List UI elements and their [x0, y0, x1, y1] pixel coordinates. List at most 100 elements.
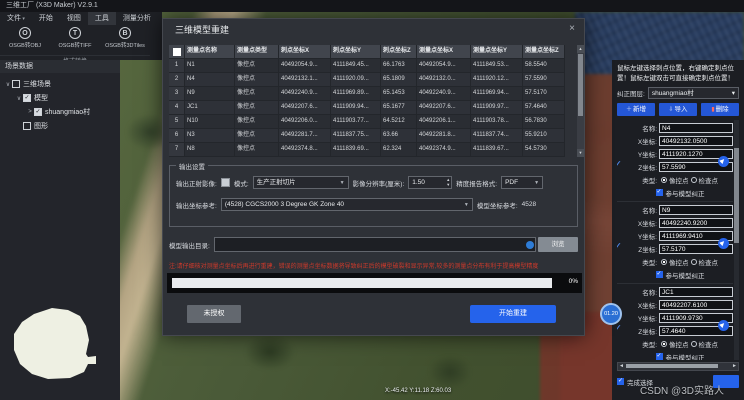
tree-caret-icon[interactable]: > — [26, 109, 34, 115]
tree-item-三维场景[interactable]: ∨三维场景 — [0, 77, 120, 91]
tree-item-shuangmiao村[interactable]: >✓shuangmiao村 — [0, 105, 120, 119]
participate-checkbox[interactable]: ✓ — [656, 271, 663, 278]
browse-button[interactable]: 浏览 — [538, 237, 578, 252]
column-header: 测量点坐标X — [417, 45, 471, 59]
column-header: 测量点坐标Z — [523, 45, 565, 59]
table-cell: 像控点 — [235, 87, 279, 101]
finish-checkbox[interactable]: ✓ — [617, 378, 624, 385]
select-all-cell[interactable] — [169, 45, 185, 59]
import-points-button[interactable]: ⇩导入 — [659, 103, 697, 116]
unauthorized-button[interactable]: 未授权 — [187, 305, 241, 323]
trash-icon: ▮ — [711, 107, 714, 113]
table-cell: 像控点 — [235, 143, 279, 157]
tree-item-图形[interactable]: 图形 — [0, 119, 120, 133]
table-row[interactable]: 2N4像控点40492132.1...4111920.09...65.18094… — [169, 73, 580, 87]
tool-OSGB转OBJ[interactable]: OOSGB转OBJ — [0, 27, 50, 54]
point-name-input[interactable]: N9 — [659, 205, 733, 215]
tool-label: OSGB转3DTiles — [105, 41, 145, 49]
table-cell: 4111969.94... — [471, 87, 523, 101]
start-rebuild-button[interactable]: 开始重建 — [470, 305, 556, 323]
mode-select[interactable]: 生产正射切片▼ — [253, 176, 349, 189]
column-header: 测量点类型 — [235, 45, 279, 59]
check-icon: ✓ — [617, 322, 622, 335]
menu-tab-测量分析[interactable]: 测量分析 — [116, 12, 158, 25]
layer-select[interactable]: shuangmiao村 ▾ — [648, 87, 739, 99]
point-x-input[interactable]: 40492132.0500 — [659, 136, 733, 146]
menu-tab-工具[interactable]: 工具 — [88, 12, 116, 25]
visibility-checkbox[interactable] — [23, 122, 31, 130]
table-cell: 65.1809 — [381, 73, 417, 87]
ortho-checkbox[interactable] — [221, 178, 230, 187]
table-row[interactable]: 3N9像控点40492240.9...4111969.89...65.14534… — [169, 87, 580, 101]
visibility-checkbox[interactable]: ✓ — [34, 108, 42, 116]
tree-caret-icon[interactable]: ∨ — [4, 81, 12, 88]
table-row[interactable]: 1N1像控点40492054.9...4111849.45...66.17634… — [169, 59, 580, 73]
participate-checkbox[interactable]: ✓ — [656, 353, 663, 360]
point-x-input[interactable]: 40492240.9200 — [659, 218, 733, 228]
column-header: 刺点坐标X — [279, 45, 331, 59]
table-cell: 54.5730 — [523, 143, 565, 157]
table-cell: 像控点 — [235, 73, 279, 87]
field-label: X坐标: — [627, 136, 657, 146]
point-name-input[interactable]: N4 — [659, 123, 733, 133]
window-title: 三维工厂 (X3D Maker) V2.9.1 — [6, 2, 98, 9]
radio-control-point[interactable] — [661, 259, 667, 265]
table-cell: 62.324 — [381, 143, 417, 157]
table-row[interactable]: 7N8像控点40492374.8...4111839.69...62.32440… — [169, 143, 580, 157]
table-cell: 4111837.75... — [331, 129, 381, 143]
scroll-down-icon[interactable]: ▼ — [577, 149, 584, 157]
scroll-up-icon[interactable]: ▲ — [577, 45, 584, 53]
crs-select[interactable]: (4528) CGCS2000 3 Degree GK Zone 40▼ — [221, 198, 473, 211]
report-label: 精度报告格式: — [456, 178, 497, 188]
radio-check-point[interactable] — [691, 341, 697, 347]
minimap[interactable] — [0, 300, 120, 400]
point-x-input[interactable]: 40492207.6100 — [659, 300, 733, 310]
row-number: 4 — [169, 101, 185, 115]
add-point-button[interactable]: ＋新增 — [617, 103, 655, 116]
radio-control-point[interactable] — [661, 341, 667, 347]
table-row[interactable]: 5N10像控点40492206.0...4111903.77...64.5212… — [169, 115, 580, 129]
point-name-input[interactable]: JC1 — [659, 287, 733, 297]
menu-tab-文件[interactable]: 文件 ▾ — [0, 12, 32, 25]
table-row[interactable]: 6N3像控点40492281.7...4111837.75...63.66404… — [169, 129, 580, 143]
menu-tab-视图[interactable]: 视图 — [60, 12, 88, 25]
tool-OSGB转TIFF[interactable]: TOSGB转TIFF — [50, 27, 100, 54]
output-dir-input[interactable] — [214, 237, 536, 252]
table-cell: 56.7830 — [523, 115, 565, 129]
close-icon[interactable]: × — [569, 23, 575, 34]
vertical-scrollbar[interactable] — [734, 120, 739, 360]
tree-item-label: 模型 — [34, 93, 48, 103]
reconstruction-dialog: 三维模型重建 × 测量点名称测量点类型刺点坐标X刺点坐标Y刺点坐标Z测量点坐标X… — [162, 18, 585, 336]
report-format-select[interactable]: PDF▼ — [501, 176, 543, 189]
menu-tab-开始[interactable]: 开始 — [32, 12, 60, 25]
radio-control-point[interactable] — [661, 177, 667, 183]
spinner-arrows-icon[interactable]: ▲▼ — [446, 177, 450, 187]
tool-OSGB转3DTiles[interactable]: BOSGB转3DTiles — [100, 27, 150, 54]
scrollbar-thumb[interactable] — [578, 54, 583, 116]
scroll-left-icon[interactable]: ◄ — [618, 363, 625, 370]
row-number: 7 — [169, 143, 185, 157]
participate-label: 参与模型纠正 — [666, 352, 705, 361]
table-scrollbar[interactable]: ▲ ▼ — [577, 45, 584, 157]
table-row[interactable]: 4JC1像控点40492207.6...4111909.94...65.1677… — [169, 101, 580, 115]
progress-bar — [172, 278, 552, 288]
visibility-checkbox[interactable]: ✓ — [23, 94, 31, 102]
radio-check-point[interactable] — [691, 259, 697, 265]
tree-item-模型[interactable]: ∨✓模型 — [0, 91, 120, 105]
chevron-down-icon: ▼ — [534, 177, 539, 189]
visibility-checkbox[interactable] — [12, 80, 20, 88]
participate-checkbox[interactable]: ✓ — [656, 189, 663, 196]
timer-badge: 01.20 — [600, 303, 622, 325]
select-all-checkbox[interactable] — [173, 48, 181, 56]
import-icon: ⇩ — [668, 107, 673, 113]
tree-caret-icon[interactable]: ∨ — [15, 95, 23, 102]
delete-point-button[interactable]: ▮删除 — [701, 103, 739, 116]
scrollbar-thumb[interactable] — [626, 364, 718, 368]
radio-check-point[interactable] — [691, 177, 697, 183]
point-entry-N9: ✓名称:N9X坐标:40492240.9200Y坐标:4111969.9410Z… — [617, 202, 733, 284]
scroll-right-icon[interactable]: ► — [731, 363, 738, 370]
horizontal-scrollbar[interactable]: ◄ ► — [617, 362, 739, 371]
resolution-stepper[interactable]: 1.50 ▲▼ — [408, 176, 452, 189]
field-label: Y坐标: — [627, 149, 657, 159]
column-header: 刺点坐标Z — [381, 45, 417, 59]
